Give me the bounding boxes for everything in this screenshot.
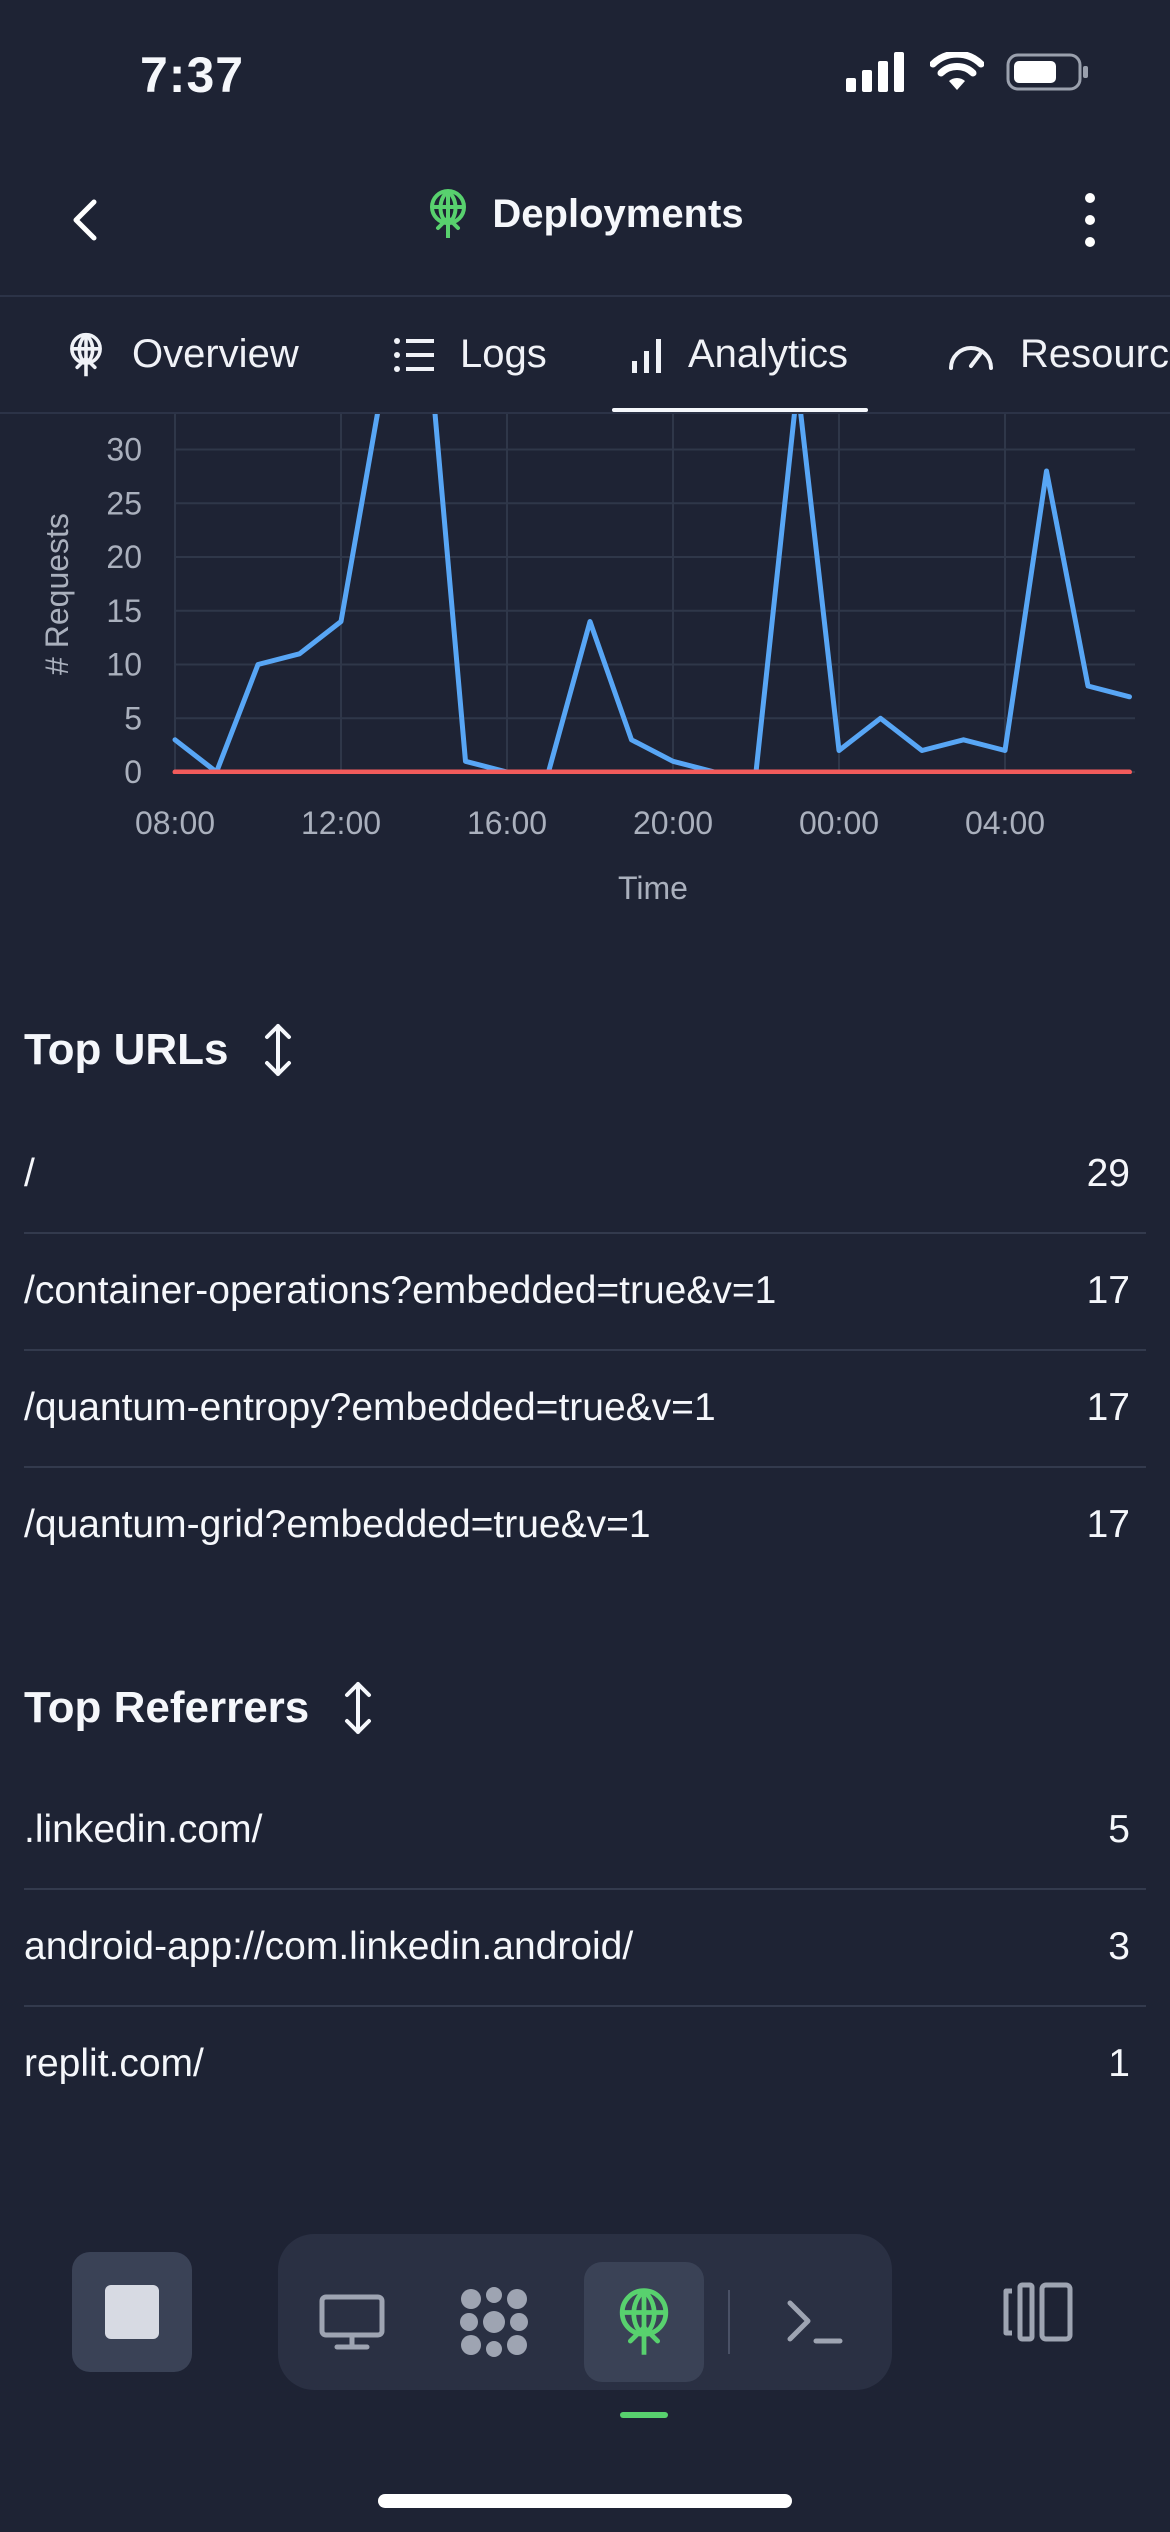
active-tool-indicator <box>620 2412 668 2418</box>
tab-label: Analytics <box>688 332 849 376</box>
wifi-icon <box>930 52 984 90</box>
webview-button[interactable] <box>292 2262 412 2382</box>
url-row[interactable]: /container-operations?embedded=true&v=1 … <box>24 1233 1146 1351</box>
referrer-row[interactable]: .linkedin.com/ 5 <box>24 1772 1146 1890</box>
deploy-icon <box>70 332 102 376</box>
tab-label: Logs <box>460 332 547 376</box>
y-tick-label: 0 <box>124 754 142 790</box>
url-path: /quantum-entropy?embedded=true&v=1 <box>24 1386 716 1429</box>
chart-grid <box>174 414 1135 773</box>
y-tick-label: 10 <box>106 647 142 683</box>
header-title-group: Deployments <box>0 188 1170 240</box>
tab-label: Resources <box>1020 332 1170 376</box>
url-count: 17 <box>1086 1269 1130 1312</box>
referrer-row[interactable]: replit.com/ 1 <box>24 2006 1146 2122</box>
y-axis-label: # Requests <box>39 513 75 675</box>
panels-button[interactable] <box>978 2252 1098 2372</box>
list-icon <box>394 337 434 372</box>
deploy-icon <box>619 2288 669 2355</box>
apps-icon <box>460 2287 528 2357</box>
x-tick-label: 12:00 <box>301 805 381 841</box>
url-path: /container-operations?embedded=true&v=1 <box>24 1269 777 1312</box>
y-axis-ticks: 0 5 10 15 20 25 30 <box>106 432 142 791</box>
sort-icon[interactable] <box>343 1680 373 1736</box>
tab-overview[interactable]: Overview <box>66 297 299 412</box>
home-indicator <box>378 2494 792 2508</box>
url-path: / <box>24 1152 35 1195</box>
y-tick-label: 20 <box>106 539 142 575</box>
panels-icon <box>1003 2282 1073 2342</box>
x-tick-label: 08:00 <box>135 805 215 841</box>
url-row[interactable]: / 29 <box>24 1116 1146 1234</box>
section-title: Top Referrers <box>24 1683 310 1732</box>
tab-bar: Overview Logs Analytics Resources <box>0 297 1170 414</box>
tool-switcher <box>278 2234 892 2390</box>
referrer-row[interactable]: android-app://com.linkedin.android/ 3 <box>24 1889 1146 2007</box>
x-axis-ticks: 08:00 12:00 16:00 20:00 00:00 04:00 <box>135 805 1045 841</box>
url-count: 17 <box>1086 1503 1130 1546</box>
deployments-button[interactable] <box>584 2262 704 2382</box>
stop-icon <box>105 2285 159 2339</box>
bar-chart-icon <box>632 338 661 373</box>
status-icons <box>846 52 1090 92</box>
top-bar: Deployments <box>0 150 1170 297</box>
x-axis-label: Time <box>618 870 688 906</box>
battery-icon <box>1006 53 1088 91</box>
x-tick-label: 20:00 <box>633 805 713 841</box>
bottom-toolbar <box>0 2220 1170 2390</box>
section-title: Top URLs <box>24 1025 229 1074</box>
sort-icon[interactable] <box>263 1022 293 1078</box>
gauge-icon <box>949 345 993 370</box>
y-tick-label: 25 <box>106 485 142 521</box>
url-count: 17 <box>1086 1386 1130 1429</box>
referrer-count: 5 <box>1108 1808 1130 1851</box>
apps-button[interactable] <box>434 2262 554 2382</box>
signal-icon <box>846 52 904 92</box>
shell-button[interactable] <box>754 2262 874 2382</box>
top-urls-header[interactable]: Top URLs <box>24 1022 293 1078</box>
status-time: 7:37 <box>140 47 245 103</box>
x-tick-label: 00:00 <box>799 805 879 841</box>
more-options-icon[interactable] <box>1080 190 1100 250</box>
referrer-path: replit.com/ <box>24 2042 204 2085</box>
referrer-count: 3 <box>1108 1925 1130 1968</box>
terminal-icon <box>787 2300 843 2344</box>
deploy-icon <box>430 189 467 238</box>
top-referrers-header[interactable]: Top Referrers <box>24 1680 373 1736</box>
tab-analytics[interactable]: Analytics <box>611 297 869 412</box>
tab-logs[interactable]: Logs <box>394 297 547 412</box>
url-row[interactable]: /quantum-grid?embedded=true&v=1 17 <box>24 1467 1146 1583</box>
referrer-count: 1 <box>1108 2042 1130 2085</box>
toolbar-divider <box>728 2290 730 2354</box>
monitor-icon <box>319 2294 385 2350</box>
y-tick-label: 15 <box>106 593 142 629</box>
y-tick-label: 30 <box>106 432 142 468</box>
tab-resources[interactable]: Resources <box>948 297 1170 412</box>
url-row[interactable]: /quantum-entropy?embedded=true&v=1 17 <box>24 1350 1146 1468</box>
x-tick-label: 04:00 <box>965 805 1045 841</box>
url-count: 29 <box>1086 1152 1130 1195</box>
y-tick-label: 5 <box>124 700 142 736</box>
referrer-path: android-app://com.linkedin.android/ <box>24 1925 634 1968</box>
referrer-path: .linkedin.com/ <box>24 1808 263 1851</box>
tab-label: Overview <box>132 332 299 376</box>
x-tick-label: 16:00 <box>467 805 547 841</box>
stop-button[interactable] <box>72 2252 192 2372</box>
requests-line-chart: 0 5 10 15 20 25 30 08:00 12:00 16:00 20:00 00:00 04… <box>39 414 1135 906</box>
url-path: /quantum-grid?embedded=true&v=1 <box>24 1503 651 1546</box>
status-bar: 7:37 <box>0 0 1170 150</box>
page-title: Deployments <box>492 191 744 236</box>
